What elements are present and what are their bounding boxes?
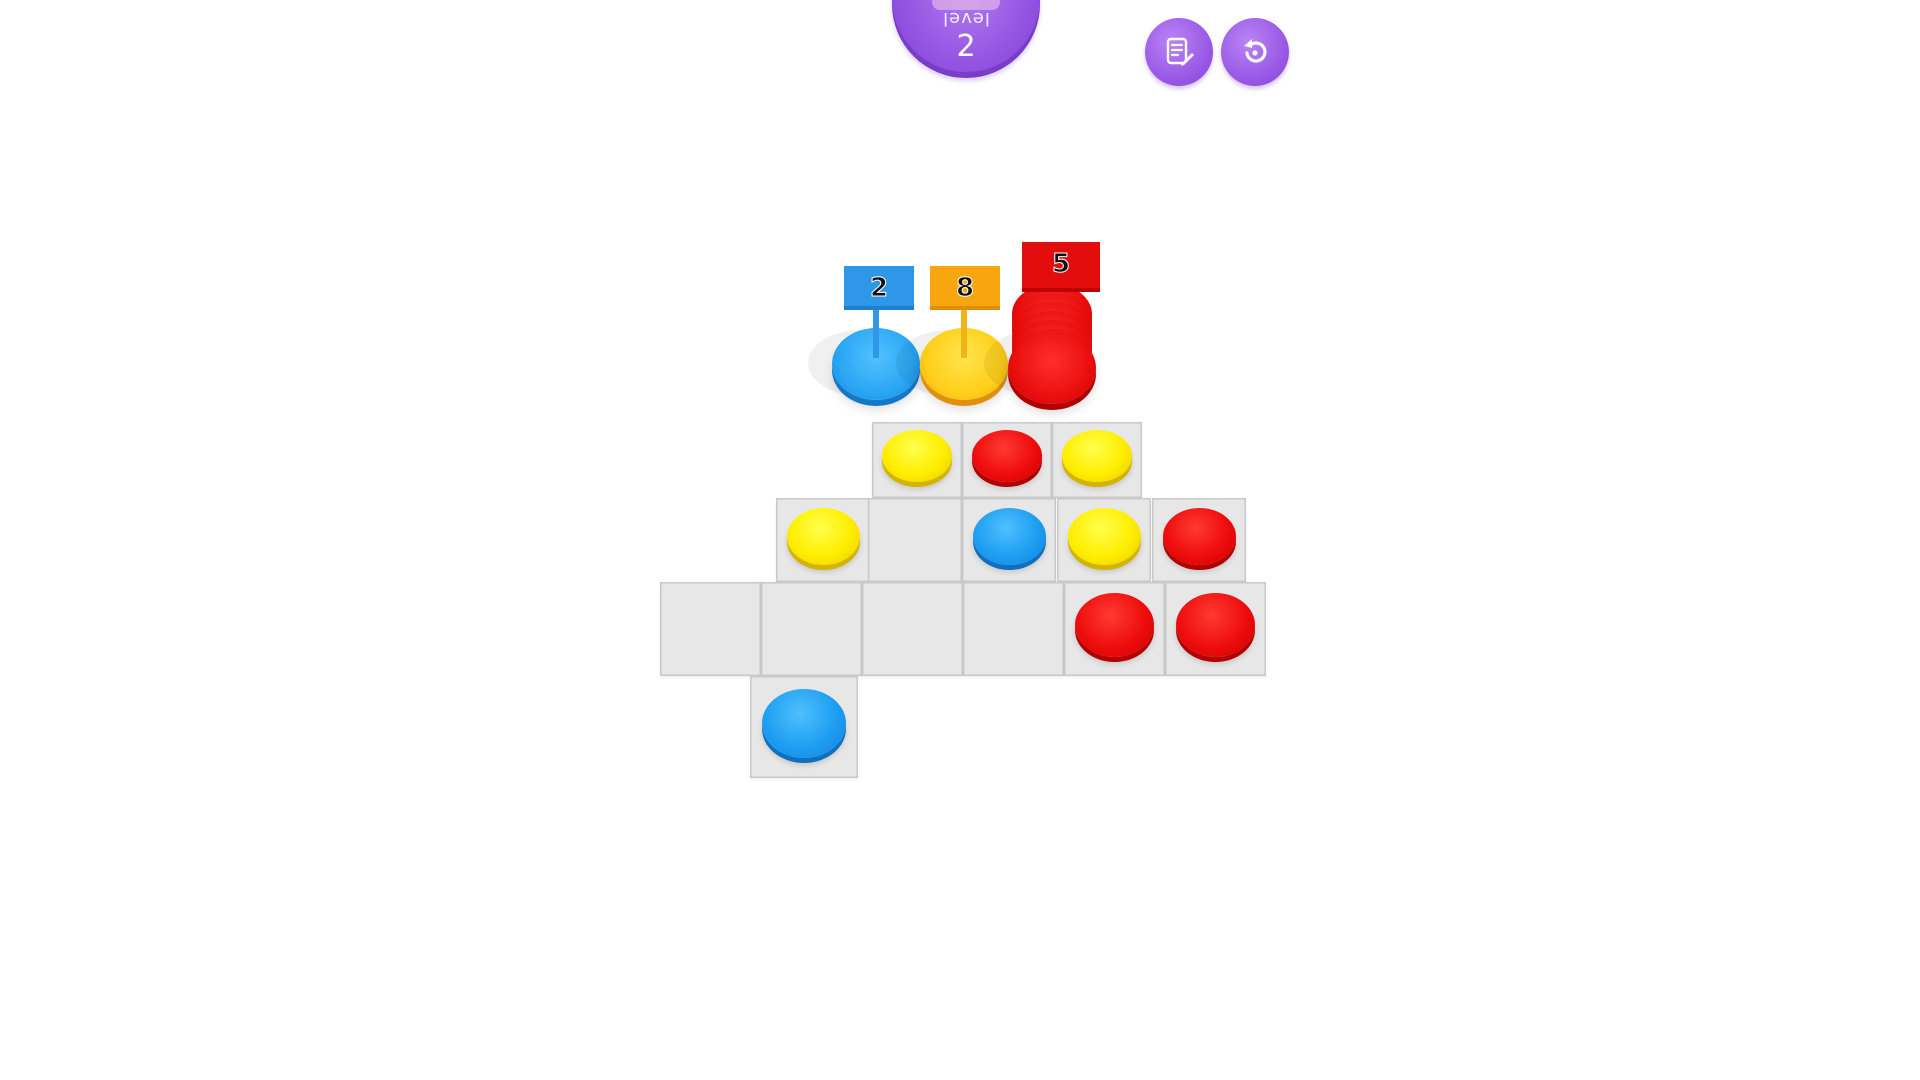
game-stage: level 2 285 bbox=[0, 0, 1920, 1080]
level-number: 2 bbox=[956, 29, 976, 64]
board-tile[interactable] bbox=[862, 582, 963, 676]
target-cup-red bbox=[1008, 332, 1096, 404]
notes-button[interactable] bbox=[1145, 18, 1213, 86]
yellow-chip[interactable] bbox=[786, 507, 860, 565]
level-label: level bbox=[942, 8, 990, 29]
yellow-chip[interactable] bbox=[1067, 507, 1141, 565]
blue-chip[interactable] bbox=[972, 507, 1046, 565]
restart-arrow-icon bbox=[1244, 39, 1267, 63]
red-chip[interactable] bbox=[972, 430, 1042, 482]
flag-pole bbox=[961, 306, 967, 358]
board-tile[interactable] bbox=[761, 582, 862, 676]
red-chip[interactable] bbox=[1075, 593, 1154, 657]
flag-pole bbox=[873, 306, 879, 358]
restart-button[interactable] bbox=[1221, 18, 1289, 86]
target-count-flag-red: 5 bbox=[1022, 242, 1100, 292]
target-count-flag-blue: 2 bbox=[844, 266, 914, 310]
board-tile[interactable] bbox=[868, 498, 962, 582]
yellow-chip[interactable] bbox=[882, 430, 952, 482]
red-chip[interactable] bbox=[1176, 593, 1255, 657]
notepad-pencil-icon bbox=[1166, 37, 1194, 66]
yellow-chip[interactable] bbox=[1062, 430, 1132, 482]
board-tile[interactable] bbox=[963, 582, 1064, 676]
level-badge: level 2 bbox=[892, 0, 1040, 78]
target-count-flag-orange: 8 bbox=[930, 266, 1000, 310]
blue-chip[interactable] bbox=[762, 688, 846, 758]
board-tile[interactable] bbox=[660, 582, 761, 676]
red-chip[interactable] bbox=[1162, 507, 1236, 565]
